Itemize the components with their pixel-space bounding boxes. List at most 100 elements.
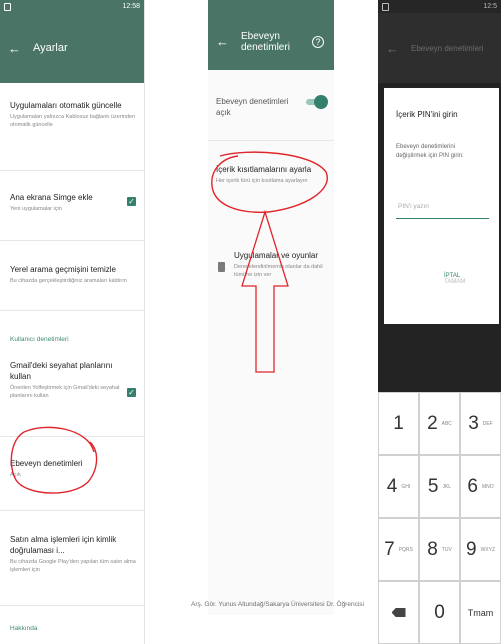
toggle-label: Ebeveyn denetimleri açık bbox=[216, 97, 289, 117]
pref-title: Gmail'deki seyahat planlarını kullan bbox=[10, 361, 113, 381]
pref-summary: Derecelendirilmemiş olanlar da dahil tüm… bbox=[234, 264, 323, 278]
key-6[interactable]: 6 MNO bbox=[460, 455, 501, 518]
gmail-travel-checkbox[interactable]: ✓ bbox=[127, 388, 136, 397]
dialog-title: İçerik PIN'ini girin bbox=[396, 110, 458, 119]
key-digit: 4 bbox=[386, 475, 398, 497]
key-letters: DEF bbox=[482, 420, 493, 427]
content-restrictions-row[interactable]: İçerik kısıtlamalarını ayarla Her içerik… bbox=[216, 164, 328, 185]
key-letters: TUV bbox=[441, 546, 452, 553]
key-9[interactable]: 9 WXYZ bbox=[460, 518, 501, 581]
settings-screen: 12:58 ← Ayarlar Uygulamaları otomatik gü… bbox=[0, 0, 145, 644]
status-bar: 12:58 bbox=[0, 0, 144, 13]
key-0[interactable]: 0 bbox=[419, 581, 460, 644]
back-arrow-icon: ← bbox=[386, 40, 399, 56]
pref-parental-controls[interactable]: Ebeveyn denetimleri Açık bbox=[10, 458, 138, 479]
key-letters: JKL bbox=[442, 483, 452, 490]
numeric-keypad: 1 2 ABC 3 DEF 4 GHI 5 JKL 6 MNO 7 PQRS 8… bbox=[378, 392, 501, 644]
pref-title: Yerel arama geçmişini temizle bbox=[10, 265, 116, 274]
key-digit: 7 bbox=[384, 538, 395, 560]
switch-knob bbox=[314, 95, 328, 109]
key-5[interactable]: 5 JKL bbox=[419, 455, 460, 518]
pref-add-icon[interactable]: Ana ekrana Simge ekle Yeni uygulamalar i… bbox=[10, 192, 122, 213]
key-delete[interactable] bbox=[378, 581, 419, 644]
key-digit: 5 bbox=[427, 475, 439, 497]
divider bbox=[0, 310, 144, 311]
pref-summary: Her içerik türü için kısıtlama ayarlayın bbox=[216, 178, 308, 184]
pref-title: İçerik kısıtlamalarını ayarla bbox=[216, 165, 312, 174]
pin-entry-screen: 12:5 ← Ebeveyn denetimleri İçerik PIN'in… bbox=[378, 0, 501, 644]
ok-button[interactable]: TAMAM bbox=[444, 279, 465, 285]
page-title: Ebeveyn denetimleri bbox=[241, 30, 290, 53]
key-letters: WXYZ bbox=[480, 546, 496, 553]
pref-title: Uygulamalar ve oyunlar bbox=[234, 251, 319, 260]
apps-games-icon bbox=[218, 262, 225, 272]
page-title: Ebeveyn denetimleri bbox=[411, 43, 484, 53]
pref-title: Uygulamaları otomatik güncelle bbox=[10, 101, 122, 110]
divider bbox=[0, 605, 144, 606]
back-arrow-icon[interactable]: ← bbox=[8, 41, 21, 56]
add-icon-checkbox[interactable]: ✓ bbox=[127, 197, 136, 206]
status-time: 12:58 bbox=[122, 3, 140, 10]
divider bbox=[0, 240, 144, 241]
key-letters: GHI bbox=[401, 483, 411, 490]
divider bbox=[0, 170, 144, 171]
parental-toggle-switch[interactable] bbox=[306, 95, 328, 109]
page-title: Ayarlar bbox=[33, 42, 68, 54]
key-letters: MNO bbox=[481, 483, 494, 490]
backspace-icon bbox=[391, 608, 406, 617]
parental-appbar: ← Ebeveyn denetimleri ? bbox=[208, 13, 334, 70]
category-about: Hakkında bbox=[10, 625, 38, 632]
pref-title: Satın alma işlemleri için kimlik doğrula… bbox=[10, 535, 117, 555]
settings-appbar: ← Ayarlar bbox=[0, 13, 144, 83]
pref-purchase-auth[interactable]: Satın alma işlemleri için kimlik doğrula… bbox=[10, 534, 138, 574]
pref-summary: Önerilen Yolfeştirmek için Gmail'deki se… bbox=[10, 385, 120, 399]
divider bbox=[208, 140, 334, 141]
key-digit: 1 bbox=[393, 412, 404, 434]
parental-toggle-row[interactable]: Ebeveyn denetimleri açık bbox=[216, 96, 294, 118]
pref-summary: Uygulamaları yalnızca Kablosuz bağlantı … bbox=[10, 114, 136, 128]
key-digit: 2 bbox=[427, 412, 438, 434]
dimmed-appbar: ← Ebeveyn denetimleri bbox=[378, 13, 501, 83]
apps-games-row[interactable]: Uygulamalar ve oyunlar Derecelendirilmem… bbox=[234, 250, 328, 279]
back-arrow-icon[interactable]: ← bbox=[216, 34, 229, 49]
dialog-body: Ebeveyn denetimlerini değiştirmek için P… bbox=[396, 144, 464, 159]
notification-icon bbox=[382, 2, 389, 11]
pref-clear-history[interactable]: Yerel arama geçmişini temizle Bu cihazda… bbox=[10, 264, 138, 285]
pref-gmail-travel[interactable]: Gmail'deki seyahat planlarını kullan Öne… bbox=[10, 360, 122, 400]
pref-summary: Bu cihazda gerçekleştirdiğiniz aramaları… bbox=[10, 278, 127, 284]
key-digit: 9 bbox=[465, 538, 477, 560]
key-digit: 6 bbox=[467, 475, 478, 497]
dialog-buttons: İPTAL TAMAM bbox=[444, 273, 499, 285]
divider bbox=[0, 436, 144, 437]
pref-auto-update[interactable]: Uygulamaları otomatik güncelle Uygulamal… bbox=[10, 100, 138, 129]
pref-title: Ebeveyn denetimleri bbox=[10, 459, 83, 468]
done-label: Tmam bbox=[467, 607, 494, 618]
key-8[interactable]: 8 TUV bbox=[419, 518, 460, 581]
key-2[interactable]: 2 ABC bbox=[419, 392, 460, 455]
key-letters: PQRS bbox=[398, 546, 413, 553]
status-bar: 12:5 bbox=[378, 0, 501, 13]
key-letters: ABC bbox=[441, 420, 452, 427]
key-3[interactable]: 3 DEF bbox=[460, 392, 501, 455]
key-digit: 0 bbox=[434, 601, 445, 623]
pref-summary: Yeni uygulamalar için bbox=[10, 206, 62, 212]
pref-summary: Açık bbox=[10, 472, 21, 478]
pref-summary: Bu cihazda Google Play'den yapılan tüm s… bbox=[10, 559, 136, 573]
pin-input[interactable]: PIN'i yazın bbox=[396, 203, 489, 219]
status-time: 12:5 bbox=[483, 3, 497, 10]
key-digit: 3 bbox=[468, 412, 479, 434]
key-7[interactable]: 7 PQRS bbox=[378, 518, 419, 581]
help-icon[interactable]: ? bbox=[312, 35, 324, 48]
parental-controls-screen: ← Ebeveyn denetimleri ? Ebeveyn denetiml… bbox=[208, 0, 334, 615]
status-bar bbox=[208, 0, 334, 13]
divider bbox=[0, 510, 144, 511]
key-digit: 8 bbox=[427, 538, 438, 560]
category-user-controls: Kullanıcı denetimleri bbox=[10, 336, 69, 343]
key-4[interactable]: 4 GHI bbox=[378, 455, 419, 518]
notification-icon bbox=[4, 2, 11, 11]
image-credit: Arş. Gör. Yunus Altundağ/Sakarya Ünivers… bbox=[191, 601, 364, 608]
key-1[interactable]: 1 bbox=[378, 392, 419, 455]
pin-dialog: İçerik PIN'ini girin Ebeveyn denetimleri… bbox=[384, 88, 499, 324]
pref-title: Ana ekrana Simge ekle bbox=[10, 193, 93, 202]
key-done[interactable]: Tmam bbox=[460, 581, 501, 644]
